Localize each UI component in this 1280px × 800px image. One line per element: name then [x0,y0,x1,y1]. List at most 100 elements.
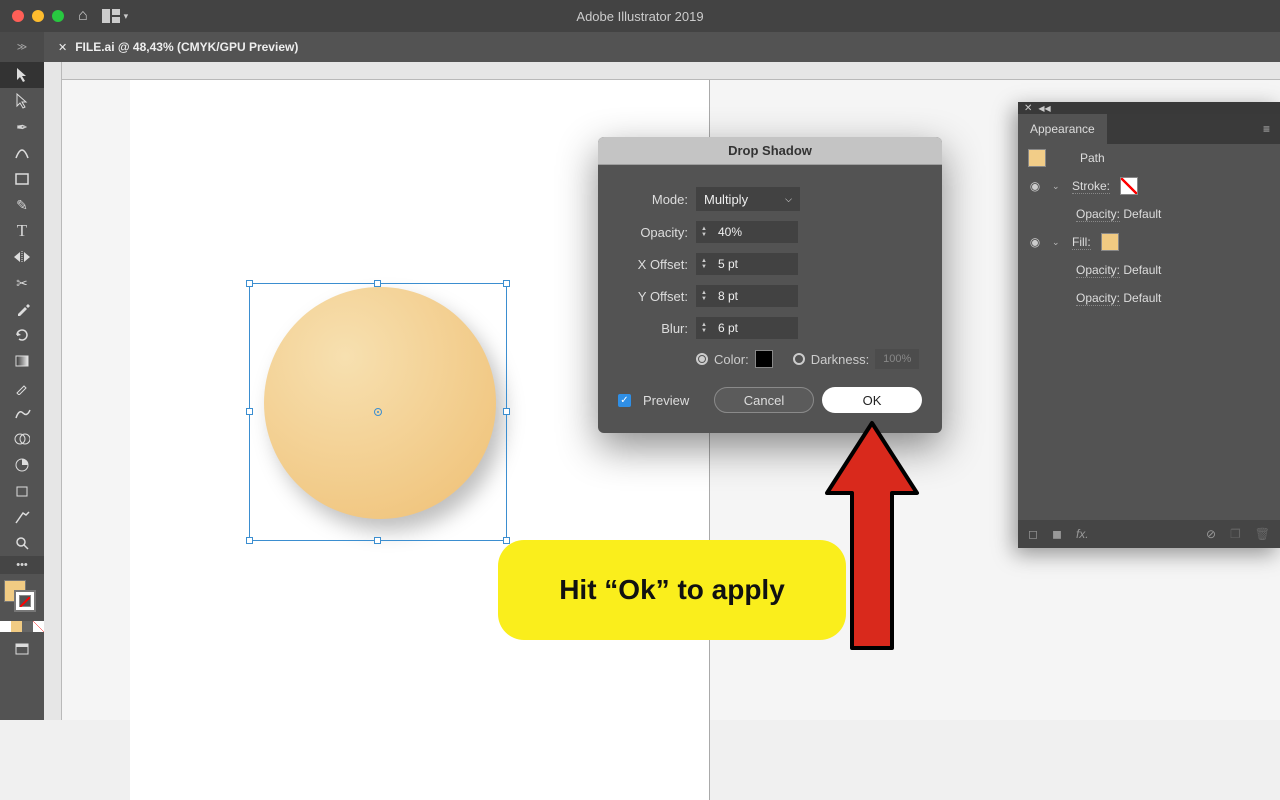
stroke-swatch[interactable] [14,590,36,612]
graph-tool[interactable] [0,452,44,478]
maximize-window-button[interactable] [52,10,64,22]
eyedropper-tool[interactable] [0,296,44,322]
object-type-row: Path [1018,144,1280,172]
color-mode-row[interactable] [0,621,44,632]
eyedropper-alt-tool[interactable] [0,374,44,400]
fill-opacity-row[interactable]: Opacity: Default [1018,256,1280,284]
add-stroke-icon[interactable]: ◻ [1028,527,1038,541]
fill-label: Fill: [1072,235,1091,249]
darkness-value: 100% [875,349,919,369]
document-tab[interactable]: ✕ FILE.ai @ 48,43% (CMYK/GPU Preview) [44,32,312,62]
pen-tool[interactable]: ✒ [0,114,44,140]
rectangle-tool[interactable] [0,166,44,192]
yoffset-stepper[interactable]: ▲▼ [696,285,712,307]
yoffset-input[interactable] [712,285,798,307]
shape-builder-tool[interactable] [0,426,44,452]
edit-toolbar-button[interactable]: ••• [0,556,44,574]
blur-input[interactable] [712,317,798,339]
ruler-horizontal [62,62,1280,80]
shadow-color-swatch[interactable] [755,350,773,368]
selection-bounding-box[interactable] [249,283,507,541]
direct-selection-tool[interactable] [0,88,44,114]
close-window-button[interactable] [12,10,24,22]
arrange-documents-menu[interactable]: ▾ [102,9,129,23]
chevron-down-icon[interactable]: ⌄ [1052,181,1062,192]
ok-button[interactable]: OK [822,387,922,413]
delete-item-icon[interactable]: 🗑 [1255,527,1270,541]
opacity-stepper[interactable]: ▲▼ [696,221,712,243]
opacity-label: Opacity: Default [1076,263,1161,277]
opacity-label: Opacity: Default [1076,207,1161,221]
gradient-tool[interactable] [0,348,44,374]
paintbrush-tool[interactable]: ✎ [0,192,44,218]
center-dot-icon [377,411,379,413]
stroke-swatch[interactable] [1120,177,1138,195]
resize-handle[interactable] [246,537,253,544]
resize-handle[interactable] [374,280,381,287]
xoffset-label: X Offset: [618,257,688,272]
appearance-tab[interactable]: Appearance [1018,114,1107,144]
clear-appearance-icon[interactable]: ⊘ [1206,527,1216,541]
titlebar: ⌂ ▾ Adobe Illustrator 2019 [0,0,1280,32]
home-icon[interactable]: ⌂ [78,7,88,25]
resize-handle[interactable] [374,537,381,544]
visibility-icon[interactable]: ◉ [1028,179,1042,193]
panel-top-bar[interactable]: ✕ ◀◀ [1018,102,1280,114]
appearance-panel: ✕ ◀◀ Appearance ≡ Path ◉ ⌄ Stroke: Opacit… [1018,102,1280,548]
window-controls [0,10,64,22]
object-opacity-row[interactable]: Opacity: Default [1018,284,1280,312]
fill-row[interactable]: ◉ ⌄ Fill: [1018,228,1280,256]
resize-handle[interactable] [503,408,510,415]
panel-toggle-icon[interactable]: ≫ [0,32,44,62]
color-label: Color: [714,352,749,367]
resize-handle[interactable] [246,280,253,287]
document-tab-label: FILE.ai @ 48,43% (CMYK/GPU Preview) [75,40,298,54]
type-tool[interactable]: T [0,218,44,244]
selection-tool[interactable] [0,62,44,88]
app-title: Adobe Illustrator 2019 [576,9,703,24]
zoom-tool[interactable] [0,530,44,556]
resize-handle[interactable] [246,408,253,415]
tools-panel: ✒ ✎ T ✂ ••• [0,62,44,720]
add-effect-icon[interactable]: fx. [1076,527,1089,541]
scissors-tool[interactable]: ✂ [0,270,44,296]
blend-tool[interactable] [0,400,44,426]
chevron-down-icon[interactable]: ⌄ [1052,237,1062,248]
blur-stepper[interactable]: ▲▼ [696,317,712,339]
resize-handle[interactable] [503,280,510,287]
preview-label: Preview [643,393,689,408]
close-panel-icon[interactable]: ✕ [1024,103,1032,114]
stroke-label: Stroke: [1072,179,1110,193]
color-radio[interactable] [696,353,708,365]
document-tab-bar: ✕ FILE.ai @ 48,43% (CMYK/GPU Preview) [44,32,1280,62]
fill-stroke-swatches[interactable] [0,580,44,618]
drop-shadow-dialog: Drop Shadow Mode: Multiply ⌵ Opacity: ▲▼… [598,137,942,433]
collapse-panel-icon[interactable]: ◀◀ [1038,104,1050,113]
resize-handle[interactable] [503,537,510,544]
stroke-row[interactable]: ◉ ⌄ Stroke: [1018,172,1280,200]
cancel-button[interactable]: Cancel [714,387,814,413]
xoffset-input[interactable] [712,253,798,275]
close-tab-icon[interactable]: ✕ [58,41,67,54]
slice-tool[interactable] [0,504,44,530]
preview-checkbox[interactable]: ✓ [618,394,631,407]
stroke-opacity-row[interactable]: Opacity: Default [1018,200,1280,228]
xoffset-stepper[interactable]: ▲▼ [696,253,712,275]
opacity-input[interactable] [712,221,798,243]
panel-menu-icon[interactable]: ≡ [1253,122,1280,136]
mode-value: Multiply [704,192,748,207]
add-fill-icon[interactable]: ◼ [1052,527,1062,541]
visibility-icon[interactable]: ◉ [1028,235,1042,249]
fill-swatch[interactable] [1101,233,1119,251]
duplicate-item-icon[interactable]: ❐ [1230,527,1241,541]
reflect-tool[interactable] [0,244,44,270]
appearance-panel-footer: ◻ ◼ fx. ⊘ ❐ 🗑 [1018,520,1280,548]
artboard-tool[interactable] [0,478,44,504]
minimize-window-button[interactable] [32,10,44,22]
rotate-tool[interactable] [0,322,44,348]
chevron-down-icon: ▾ [124,11,129,22]
curvature-tool[interactable] [0,140,44,166]
mode-select[interactable]: Multiply ⌵ [696,187,800,211]
screen-mode-button[interactable] [0,636,44,662]
darkness-radio[interactable] [793,353,805,365]
